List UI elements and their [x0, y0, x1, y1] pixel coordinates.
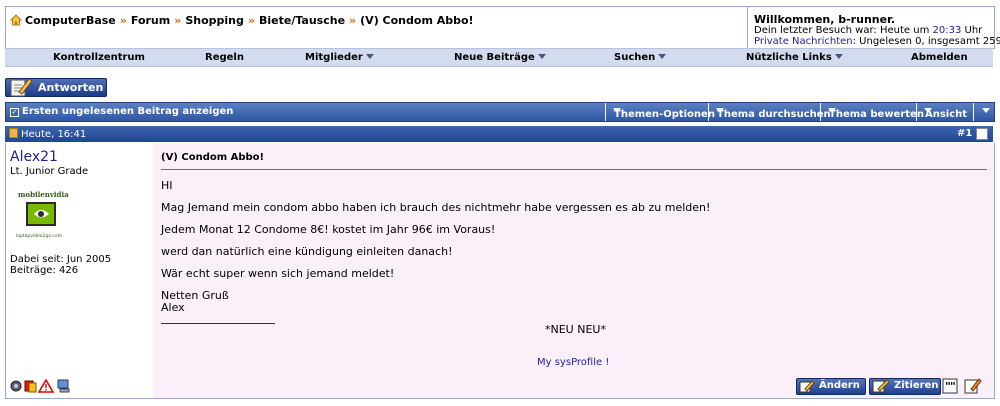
breadcrumb-item-forum[interactable]: Forum: [131, 14, 170, 27]
join-date: Dabei seit: Jun 2005: [10, 254, 112, 265]
post-title: (V) Condom Abbo!: [161, 152, 265, 163]
ip-info-icon[interactable]: [57, 379, 70, 393]
thread-toolbar: ✓ Ersten ungelesenen Beitrag anzeigen The…: [5, 102, 995, 122]
reply-button[interactable]: Antworten: [5, 78, 107, 97]
quote-pencil-icon: [872, 379, 890, 393]
nav-neue-beitraege[interactable]: Neue Beiträge: [454, 52, 546, 63]
breadcrumb-item-biete-tausche[interactable]: Biete/Tausche: [259, 14, 345, 27]
menu-thema-durchsuchen[interactable]: Thema durchsuchen: [708, 103, 831, 121]
menu-ansicht[interactable]: Ansicht: [916, 103, 974, 121]
chevron-down-icon: [658, 54, 667, 59]
chevron-down-icon: [537, 54, 546, 59]
main-navbar: Kontrollzentrum Regeln Mitglieder Neue B…: [5, 48, 993, 67]
user-title: Lt. Junior Grade: [10, 166, 89, 177]
breadcrumb-item-computerbase[interactable]: ComputerBase: [25, 14, 116, 27]
chevron-down-icon: [982, 108, 990, 113]
post-line-3: Jedem Monat 12 Condome 8€! kostet im Jah…: [161, 223, 496, 236]
user-panel: Alex21 Lt. Junior Grade mobilenvidia lap…: [6, 143, 152, 398]
menu-ansicht-label: Ansicht: [925, 109, 968, 120]
edit-button[interactable]: Ändern: [796, 378, 866, 395]
nav-suchen[interactable]: Suchen: [614, 52, 667, 63]
breadcrumb-item-shopping[interactable]: Shopping: [185, 14, 244, 27]
last-visit-suffix: Uhr: [961, 25, 983, 36]
post-date-label: Heute, 16:41: [21, 129, 87, 140]
menu-thema-bewerten-label: Thema bewerten: [829, 109, 924, 120]
pm-status: : Ungelesen 0, insgesamt 2591.: [852, 36, 1000, 47]
nav-neue-beitraege-label: Neue Beiträge: [454, 52, 535, 63]
edit-button-label: Ändern: [819, 380, 860, 391]
post-document-icon: [9, 128, 18, 138]
post-line-1: HI: [161, 179, 173, 192]
warning-icon[interactable]: [37, 378, 55, 393]
post-content: (V) Condom Abbo! HI Mag Jemand mein cond…: [153, 143, 994, 398]
quote-button[interactable]: Zitieren: [869, 378, 941, 395]
menu-thema-durchsuchen-label: Thema durchsuchen: [717, 109, 831, 120]
nav-nuetzliche-links-label: Nützliche Links: [746, 52, 832, 63]
report-icon[interactable]: [24, 380, 37, 393]
edit-icon: [799, 380, 815, 393]
reply-button-label: Antworten: [38, 81, 104, 94]
post-count: Beiträge: 426: [10, 265, 79, 276]
breadcrumb-separator: »: [349, 14, 357, 27]
avatar-brand-text: mobilenvidia: [18, 190, 69, 199]
post-select-checkbox[interactable]: [976, 128, 988, 140]
nav-mitglieder-label: Mitglieder: [305, 52, 363, 63]
post-header: Heute, 16:41 #1: [5, 126, 993, 142]
breadcrumb-separator: »: [174, 14, 182, 27]
last-visit-time: 20:33: [932, 25, 962, 36]
nav-suchen-label: Suchen: [614, 52, 656, 63]
last-visit-label: Dein letzter Besuch war: Heute um: [754, 25, 933, 36]
user-status-icons: [10, 378, 82, 396]
first-unread-link[interactable]: ✓ Ersten ungelesenen Beitrag anzeigen: [10, 106, 233, 117]
breadcrumb-panel: ComputerBase» Forum» Shopping» Biete/Tausch…: [5, 6, 748, 49]
breadcrumb-current-thread: (V) Condom Abbo!: [360, 14, 474, 27]
post-body: Alex21 Lt. Junior Grade mobilenvidia lap…: [5, 143, 995, 399]
post-title-divider: [161, 169, 987, 170]
avatar-site-text: laptopvideo2go.com: [16, 233, 62, 239]
nav-nuetzliche-links[interactable]: Nützliche Links: [746, 52, 843, 63]
svg-text:": ": [950, 380, 956, 393]
first-unread-label: Ersten ungelesenen Beitrag anzeigen: [22, 106, 234, 117]
post-date: Heute, 16:41: [9, 128, 86, 140]
signature-text: *NEU NEU*: [545, 323, 606, 336]
checkmark-icon: ✓: [10, 108, 19, 117]
reply-pencil-icon: [9, 76, 33, 101]
post-line-4: werd dan natürlich eine kündigung einlei…: [161, 245, 453, 258]
post-line-5: Wär echt super wenn sich jemand meldet!: [161, 267, 395, 280]
username[interactable]: Alex21: [10, 149, 58, 165]
breadcrumb-separator: »: [247, 14, 255, 27]
signature-divider: [161, 323, 275, 324]
post-number[interactable]: #1: [957, 128, 972, 139]
toolbar-collapse-toggle[interactable]: [973, 103, 994, 121]
post-signoff: Alex: [161, 301, 185, 314]
multi-quote-icon[interactable]: " ": [942, 378, 960, 394]
offline-status-icon: [10, 380, 22, 392]
sysprofile-link[interactable]: My sysProfile !: [537, 357, 609, 368]
chevron-down-icon: [365, 54, 374, 59]
chevron-down-icon: [834, 54, 843, 59]
quick-reply-icon[interactable]: [964, 378, 982, 394]
private-messages-link[interactable]: Private Nachrichten: [754, 36, 853, 47]
welcome-panel: Willkommen, b-runner. Dein letzter Besuc…: [747, 6, 1000, 49]
menu-thema-bewerten[interactable]: Thema bewerten: [820, 103, 924, 121]
nav-abmelden[interactable]: Abmelden: [911, 52, 968, 63]
nav-regeln[interactable]: Regeln: [205, 52, 244, 63]
avatar: mobilenvidia laptopvideo2go.com: [14, 189, 72, 241]
quote-button-label: Zitieren: [894, 380, 939, 391]
menu-themen-optionen-label: Themen-Optionen: [614, 109, 715, 120]
private-messages: Private Nachrichten: Ungelesen 0, insges…: [754, 36, 1000, 47]
menu-themen-optionen[interactable]: Themen-Optionen: [605, 103, 715, 121]
breadcrumb-separator: »: [119, 14, 127, 27]
nav-kontrollzentrum[interactable]: Kontrollzentrum: [53, 52, 145, 63]
breadcrumb: ComputerBase» Forum» Shopping» Biete/Tausch…: [9, 14, 474, 29]
nav-mitglieder[interactable]: Mitglieder: [305, 52, 374, 63]
last-visit: Dein letzter Besuch war: Heute um 20:33 …: [754, 25, 982, 36]
home-icon[interactable]: [9, 14, 23, 29]
post-line-2: Mag Jemand mein condom abbo haben ich br…: [161, 201, 711, 214]
